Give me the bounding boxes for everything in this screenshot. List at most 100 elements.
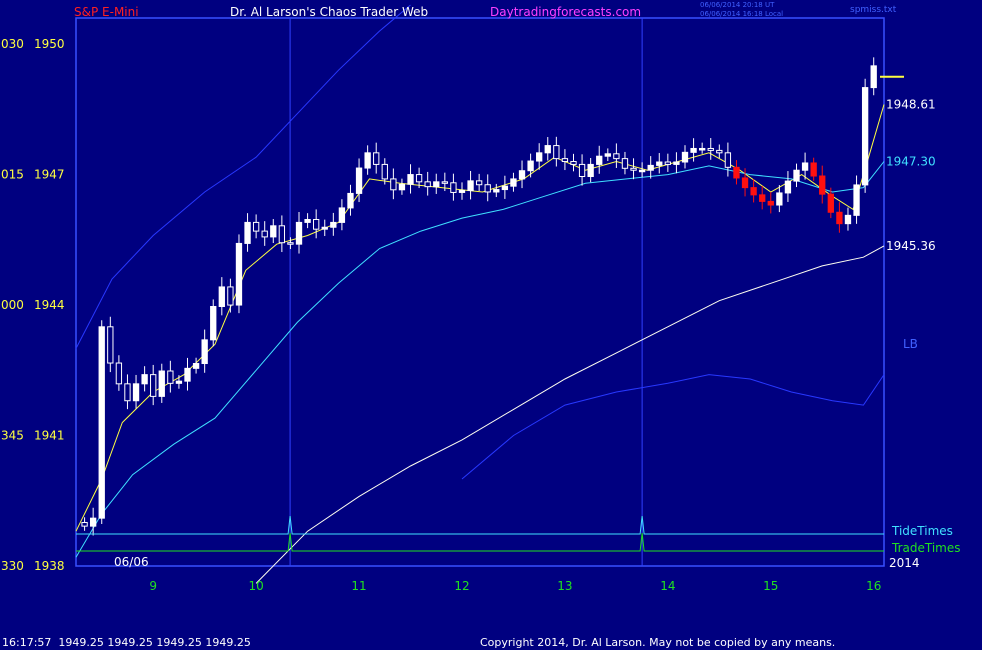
- candle-body: [98, 326, 105, 519]
- candle-body: [493, 189, 500, 193]
- candle-body: [561, 158, 569, 163]
- x-tick-label: 12: [454, 579, 469, 593]
- overlay-lower-band-line: [461, 374, 885, 480]
- candle-body: [673, 161, 680, 165]
- candle-body: [510, 178, 517, 187]
- y-tick-price-label: 1947: [34, 168, 65, 182]
- candle-body: [536, 152, 543, 162]
- candle-body: [150, 374, 157, 397]
- candle-body: [690, 147, 697, 153]
- candle-body: [475, 180, 483, 186]
- candle-body: [750, 187, 757, 196]
- candle-body: [347, 192, 354, 209]
- candle-body: [141, 374, 148, 385]
- candle-body: [381, 163, 388, 180]
- x-tick-label: 13: [557, 579, 572, 593]
- candle-body: [235, 242, 243, 306]
- candle-body: [132, 383, 140, 402]
- header-timestamp-utc: 06/06/2014 20:18 UT: [700, 1, 775, 9]
- year-label: 2014: [889, 556, 920, 570]
- candle-body: [398, 183, 406, 191]
- candle-body: [158, 370, 165, 397]
- candle-body: [441, 181, 448, 184]
- header-title: Dr. Al Larson's Chaos Trader Web: [230, 5, 429, 19]
- candle-body: [518, 170, 526, 180]
- candle-body: [767, 200, 774, 206]
- candle-body: [604, 153, 611, 157]
- candle-body: [630, 167, 637, 171]
- candle-body: [287, 242, 294, 245]
- y-tick-left-label: 330: [1, 559, 24, 573]
- chart: 330 1938 345 1941 000 1944 015 1947 030 1950 9 10 11…: [1, 4, 960, 593]
- y-tick-price-label: 1950: [34, 37, 65, 51]
- x-tick-label: 9: [149, 579, 157, 593]
- header-data-file: spmiss.txt: [850, 5, 897, 15]
- candle-body: [210, 305, 217, 341]
- candle-body: [184, 367, 191, 382]
- candle-body: [81, 522, 88, 527]
- candle-body: [192, 363, 200, 369]
- candle-body: [801, 162, 809, 171]
- candle-body: [853, 184, 860, 216]
- candle-body: [664, 161, 672, 165]
- candle-body: [613, 153, 620, 160]
- candle-body: [698, 147, 706, 151]
- x-tick-label: 10: [248, 579, 263, 593]
- candle-body: [338, 207, 346, 223]
- candle-body: [218, 286, 225, 307]
- annotation-label: 1947.30: [886, 155, 936, 169]
- candle-body: [716, 149, 723, 154]
- candle-body: [587, 163, 594, 178]
- candle-body: [364, 152, 371, 169]
- candle-body: [578, 163, 586, 178]
- candle-body: [415, 174, 423, 183]
- header-instrument: S&P E-Mini: [74, 5, 139, 19]
- candle-body: [776, 192, 783, 206]
- candle-body: [827, 193, 834, 213]
- candle-body: [313, 219, 320, 230]
- annotation-label: 1945.36: [886, 239, 936, 253]
- candle-body: [819, 175, 826, 195]
- y-tick-price-label: 1944: [34, 298, 65, 312]
- footer-quote: 16:17:57 1949.25 1949.25 1949.25 1949.25: [2, 636, 251, 649]
- candle-body: [724, 152, 732, 168]
- footer-copyright: Copyright 2014, Dr. Al Larson. May not b…: [480, 636, 836, 649]
- candle-body: [484, 184, 491, 193]
- y-tick-left-label: 030: [1, 37, 24, 51]
- candle-body: [810, 162, 817, 177]
- candle-body: [227, 286, 234, 306]
- candle-body: [527, 160, 534, 172]
- y-tick-left-label: 345: [1, 429, 24, 443]
- candle-body: [89, 517, 97, 527]
- x-tick-label: 11: [351, 579, 366, 593]
- candle-body: [201, 339, 208, 365]
- candle-body: [596, 155, 603, 165]
- annotation-label: 1948.61: [886, 98, 936, 112]
- candle-body: [647, 164, 654, 171]
- candle-body: [501, 185, 509, 191]
- candle-body: [544, 145, 551, 154]
- session-date-label: 06/06: [114, 555, 149, 569]
- candle-body: [467, 180, 474, 192]
- candle-body: [321, 226, 328, 230]
- x-tick-label: 14: [660, 579, 675, 593]
- candle-body: [270, 225, 277, 238]
- candle-body: [836, 211, 843, 225]
- x-tick-label: 15: [763, 579, 778, 593]
- candle-body: [244, 221, 251, 244]
- candle-body: [553, 145, 560, 160]
- candle-body: [450, 182, 457, 193]
- panel-tradetimes-label: TradeTimes: [891, 541, 960, 555]
- annotation-label: LB: [903, 337, 918, 351]
- candle-body: [330, 221, 337, 228]
- candle-body: [656, 161, 663, 166]
- candle-body: [759, 194, 766, 202]
- x-tick-label: 16: [866, 579, 881, 593]
- candle-body: [355, 167, 363, 194]
- candle-body: [167, 370, 174, 384]
- header-site[interactable]: Daytradingforecasts.com: [490, 5, 641, 19]
- candle-body: [861, 87, 869, 186]
- overlay-slow-line: [255, 245, 885, 584]
- header-timestamp-local: 06/06/2014 16:18 Local: [700, 10, 784, 18]
- candle-body: [304, 219, 311, 223]
